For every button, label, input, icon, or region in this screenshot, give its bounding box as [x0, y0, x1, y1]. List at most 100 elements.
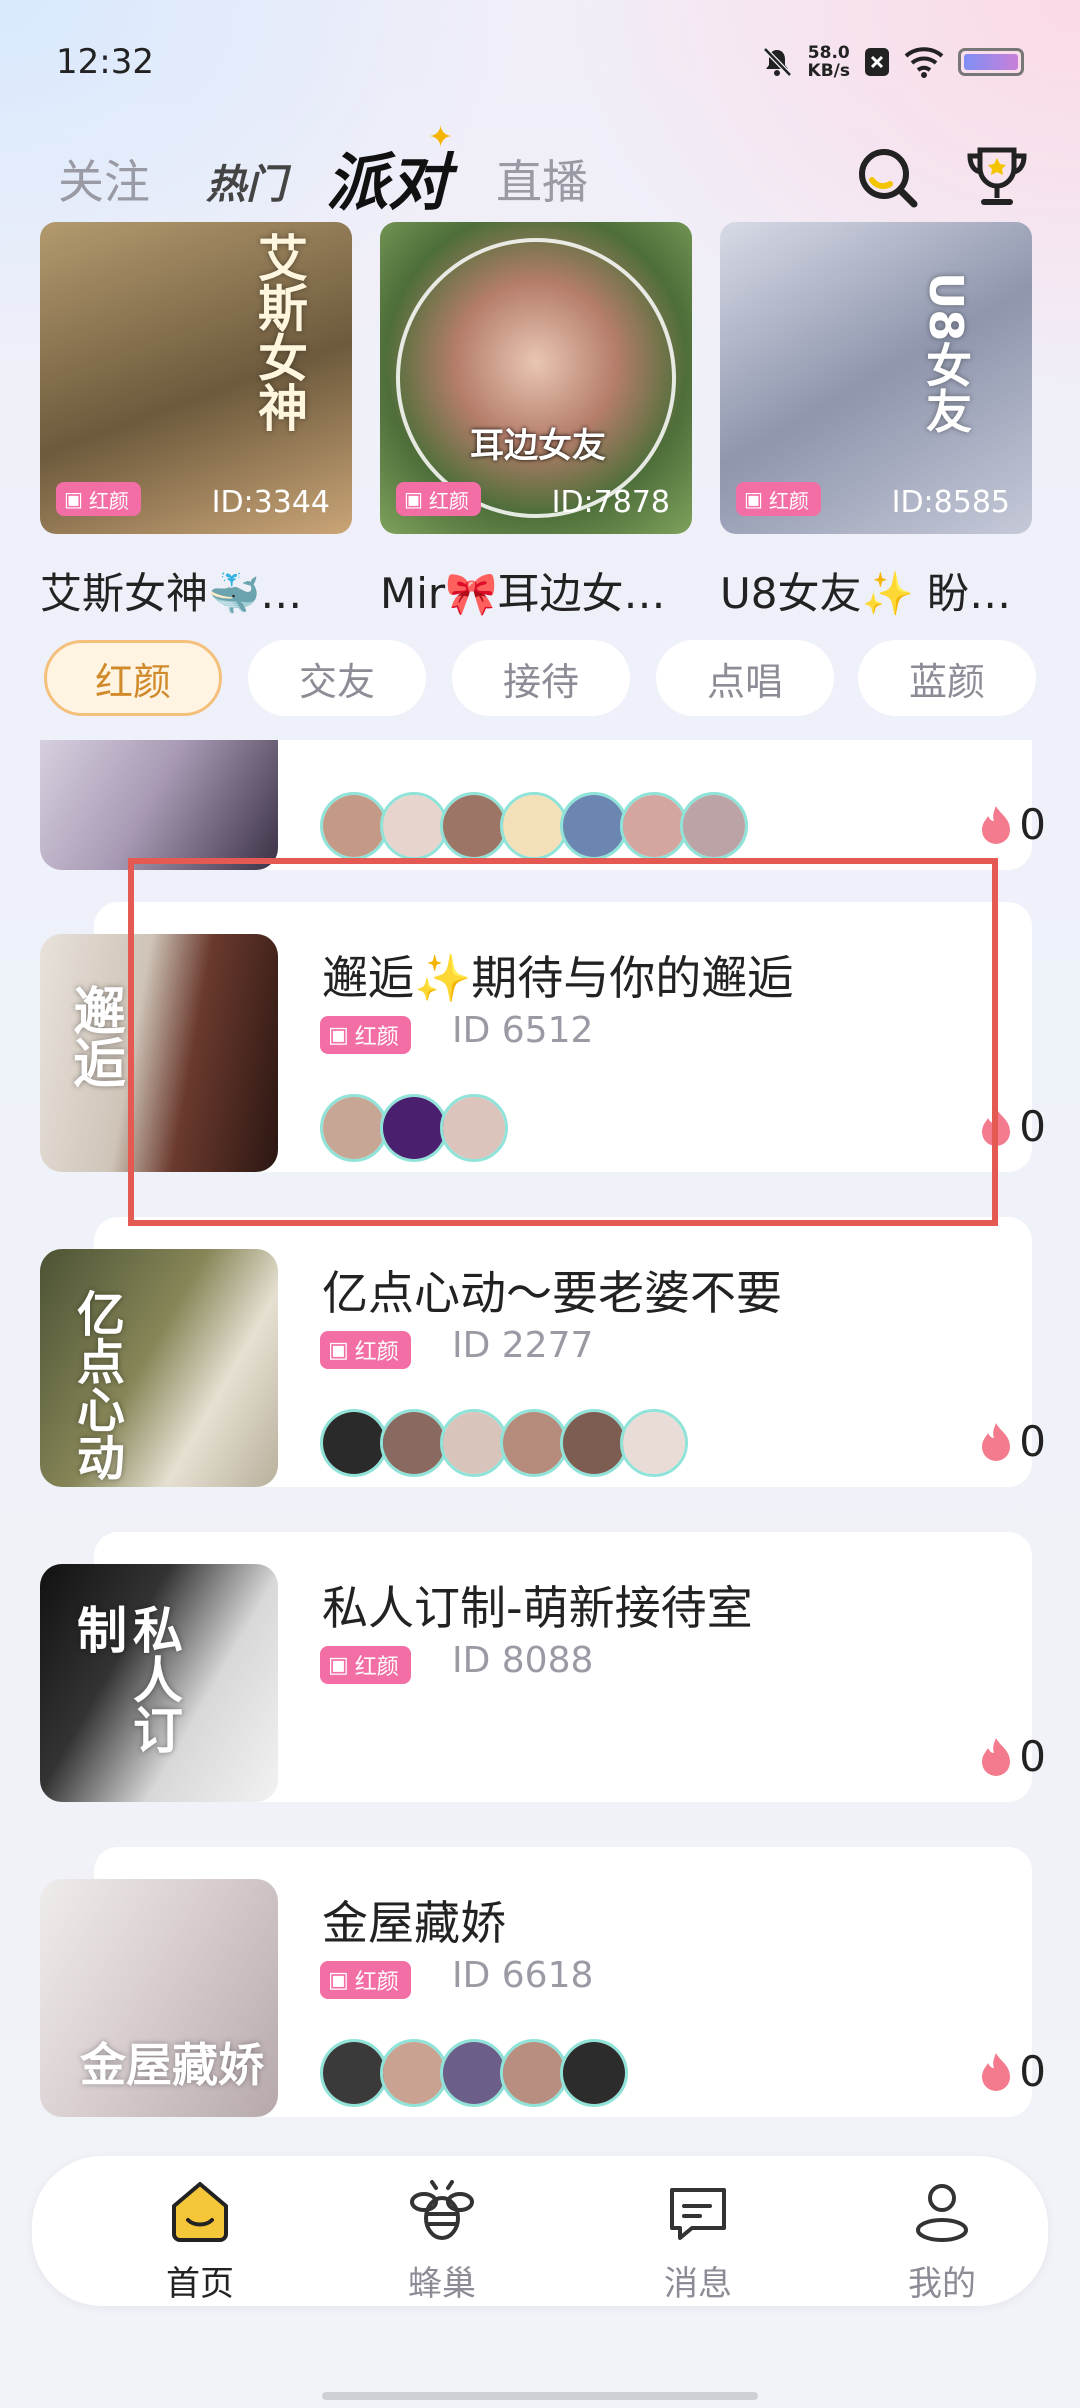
nav-hive[interactable]: 蜂巢	[362, 2176, 522, 2304]
category-chips: 红颜 交友 接待 点唱 蓝颜	[44, 640, 1080, 720]
avatar	[680, 792, 748, 860]
category-jiaoyou[interactable]: 交友	[248, 640, 426, 716]
nav-messages[interactable]: 消息	[618, 2176, 778, 2304]
featured-tag: ▣ 红颜	[396, 482, 481, 516]
room-id: ID 6618	[452, 1955, 594, 1996]
nav-label: 首页	[166, 2264, 234, 2304]
featured-card[interactable]: 耳边女友 ▣ 红颜 ID:7878 Mir🎀耳边女…	[380, 222, 692, 621]
featured-title: 艾斯女神🐳…	[40, 569, 303, 618]
flame-icon	[982, 2052, 1011, 2091]
category-lanyan[interactable]: 蓝颜	[858, 640, 1036, 716]
bottom-nav: 首页 蜂巢 消息 我的	[32, 2156, 1048, 2306]
tab-follow[interactable]: 关注	[58, 146, 150, 212]
room-cover: 亿点心动	[40, 1249, 278, 1487]
tab-live[interactable]: 直播	[496, 146, 588, 212]
status-time: 12:32	[56, 42, 154, 82]
featured-cover: U8女友 ▣ 红颜 ID:8585	[720, 222, 1032, 534]
featured-title: U8女友✨ 盼…	[720, 569, 1012, 618]
category-jiedai[interactable]: 接待	[452, 640, 630, 716]
nav-home[interactable]: 首页	[120, 2176, 280, 2304]
room-avatars	[320, 2039, 628, 2107]
room-row[interactable]: 0	[0, 740, 1080, 870]
tag-lock-icon: ▣	[328, 1652, 349, 1678]
avatar	[380, 2039, 448, 2107]
room-heat: 0	[979, 1732, 1046, 1781]
room-title: 金屋藏娇	[322, 1896, 506, 1950]
avatar	[440, 792, 508, 860]
wifi-icon	[904, 47, 944, 78]
message-icon	[670, 2188, 726, 2240]
room-heat: 0	[979, 2047, 1046, 2096]
featured-cover-text: U8女友	[919, 272, 973, 434]
avatar	[500, 792, 568, 860]
room-row[interactable]: 金屋藏娇 金屋藏娇 ▣ 红颜 ID 6618 0	[0, 1847, 1080, 2117]
search-icon[interactable]	[852, 142, 922, 212]
tag-lock-icon: ▣	[744, 487, 763, 511]
battery-icon	[958, 48, 1024, 76]
avatar	[560, 1409, 628, 1477]
avatar	[380, 792, 448, 860]
featured-cover: 耳边女友 ▣ 红颜 ID:7878	[380, 222, 692, 534]
featured-card[interactable]: U8女友 ▣ 红颜 ID:8585 U8女友✨ 盼…	[720, 222, 1032, 621]
tag-lock-icon: ▣	[64, 487, 83, 511]
room-cover	[40, 740, 278, 870]
room-avatars	[320, 1409, 688, 1477]
avatar	[440, 1409, 508, 1477]
top-tab-bar: 关注 热门 派对 ✦ 直播	[0, 120, 1080, 220]
avatar	[500, 1409, 568, 1477]
net-speed-unit: KB/s	[807, 61, 850, 81]
avatar	[500, 2039, 568, 2107]
room-cover: 金屋藏娇	[40, 1879, 278, 2117]
tag-lock-icon: ▣	[328, 1967, 349, 1993]
room-tag: ▣ 红颜	[320, 1331, 411, 1369]
featured-id: ID:7878	[551, 485, 670, 520]
room-tag: ▣ 红颜	[320, 1961, 411, 1999]
room-cover-text: 亿点心动	[68, 1289, 124, 1481]
featured-cover-text: 耳边女友	[470, 426, 606, 466]
tab-hot[interactable]: 热门	[206, 152, 286, 210]
room-cover-text: 私人订制	[69, 1604, 183, 1754]
avatar	[560, 792, 628, 860]
sim-off-icon	[865, 48, 889, 76]
tag-lock-icon: ▣	[404, 487, 423, 511]
avatar	[320, 792, 388, 860]
flame-icon	[982, 805, 1011, 844]
room-row[interactable]: 私人订制 私人订制-萌新接待室 ▣ 红颜 ID 8088 0	[0, 1532, 1080, 1802]
avatar	[620, 792, 688, 860]
nav-label: 蜂巢	[408, 2264, 476, 2304]
profile-icon	[916, 2184, 968, 2242]
avatar	[320, 1409, 388, 1477]
avatar	[620, 1409, 688, 1477]
flame-icon	[982, 1422, 1011, 1461]
room-id: ID 2277	[452, 1325, 594, 1366]
room-tag: ▣ 红颜	[320, 1646, 411, 1684]
room-avatars	[320, 792, 748, 860]
flame-icon	[982, 1737, 1011, 1776]
featured-tag: ▣ 红颜	[56, 482, 141, 516]
featured-card[interactable]: 艾斯女神 ▣ 红颜 ID:3344 艾斯女神🐳…	[40, 222, 352, 621]
home-icon	[172, 2182, 228, 2242]
avatar	[440, 2039, 508, 2107]
nav-profile[interactable]: 我的	[862, 2176, 1022, 2304]
status-bar: 12:32 58.0 KB/s	[0, 0, 1080, 130]
featured-rooms: 艾斯女神 ▣ 红颜 ID:3344 艾斯女神🐳… 耳边女友 ▣ 红颜 ID:7878…	[40, 222, 1080, 622]
mute-bell-icon	[762, 47, 792, 77]
room-heat: 0	[979, 800, 1046, 849]
gesture-bar[interactable]	[322, 2392, 758, 2400]
trophy-icon[interactable]	[962, 142, 1032, 212]
category-hongyan[interactable]: 红颜	[44, 640, 222, 716]
room-row[interactable]: 亿点心动 亿点心动～要老婆不要 ▣ 红颜 ID 2277 0	[0, 1217, 1080, 1487]
room-title: 亿点心动～要老婆不要	[322, 1266, 782, 1320]
room-heat: 0	[979, 1417, 1046, 1466]
featured-tag: ▣ 红颜	[736, 482, 821, 516]
nav-label: 我的	[908, 2264, 976, 2304]
room-title: 私人订制-萌新接待室	[322, 1581, 753, 1635]
highlight-box	[128, 858, 998, 1226]
avatar	[560, 2039, 628, 2107]
room-id: ID 8088	[452, 1640, 594, 1681]
featured-id: ID:8585	[891, 485, 1010, 520]
category-dianchang[interactable]: 点唱	[656, 640, 834, 716]
featured-title: Mir🎀耳边女…	[380, 569, 666, 618]
tag-lock-icon: ▣	[328, 1337, 349, 1363]
featured-id: ID:3344	[211, 485, 330, 520]
